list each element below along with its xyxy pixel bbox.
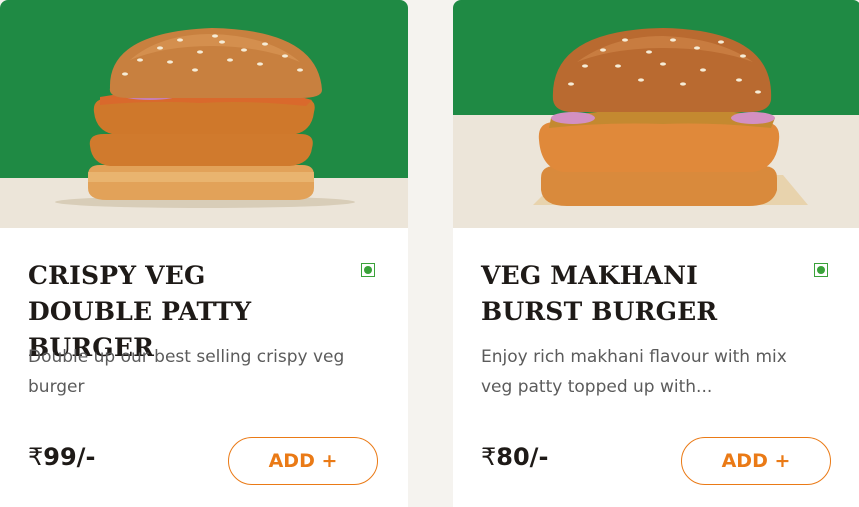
product-grid: CRISPY VEG DOUBLE PATTY BURGER Double up…: [0, 0, 859, 507]
product-card[interactable]: CRISPY VEG DOUBLE PATTY BURGER Double up…: [0, 0, 408, 507]
double-patty-burger-image: [55, 28, 355, 208]
makhani-burger-image: [533, 28, 808, 206]
product-image[interactable]: [453, 0, 859, 228]
product-description: Double up our best selling crispy veg bu…: [28, 347, 345, 397]
product-image[interactable]: [0, 0, 408, 228]
product-card[interactable]: VEG MAKHANI BURST BURGER Enjoy rich makh…: [453, 0, 859, 507]
veg-indicator-icon: [814, 263, 828, 277]
currency-symbol: ₹: [481, 443, 497, 471]
product-price: ₹80/-: [481, 443, 548, 471]
product-description: Enjoy rich makhani flavour with mix veg …: [481, 347, 787, 397]
veg-dot: [817, 266, 825, 274]
add-to-cart-button[interactable]: ADD +: [228, 437, 378, 485]
product-price: ₹99/-: [28, 443, 95, 471]
price-value: 80/-: [496, 443, 549, 471]
veg-indicator-icon: [361, 263, 375, 277]
add-to-cart-button[interactable]: ADD +: [681, 437, 831, 485]
veg-dot: [364, 266, 372, 274]
price-value: 99/-: [43, 443, 96, 471]
product-title[interactable]: VEG MAKHANI BURST BURGER: [481, 258, 791, 330]
currency-symbol: ₹: [28, 443, 44, 471]
